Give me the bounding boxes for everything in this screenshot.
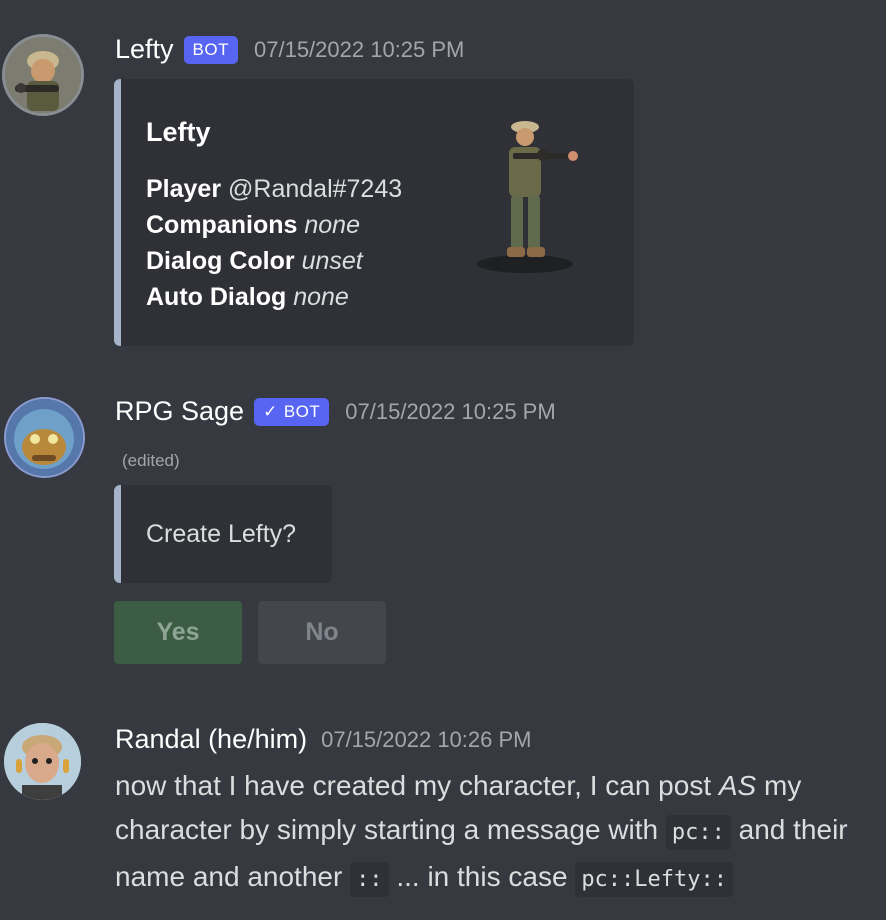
author-name[interactable]: Randal (he/him) [115, 724, 307, 755]
embed-title: Lefty [146, 117, 211, 147]
bot-badge-label: BOT [283, 401, 321, 421]
check-icon: ✓ [263, 401, 278, 421]
author-name[interactable]: RPG Sage [115, 396, 244, 427]
avatar-randal[interactable] [4, 723, 81, 800]
text-part-4: ... in this case [388, 861, 576, 892]
yes-button[interactable]: Yes [114, 601, 242, 664]
field-companions: Companions none [146, 211, 360, 239]
message-text: now that I have created my character, I … [115, 764, 875, 902]
field-player: Player @Randal#7243 [146, 175, 403, 203]
emphasis-as: AS [718, 770, 757, 801]
no-button[interactable]: No [258, 601, 386, 664]
inline-code-pc: pc:: [665, 815, 731, 850]
bot-badge: BOT [183, 35, 238, 64]
author-name[interactable]: Lefty [115, 34, 174, 65]
text-part-1: now that I have created my character, I … [115, 770, 719, 801]
character-embed: Lefty Player @Randal#7243 Companions non… [114, 79, 634, 346]
confirm-embed: Create Lefty? [114, 485, 332, 583]
inline-code-example: pc::Lefty:: [575, 862, 734, 897]
timestamp[interactable]: 07/15/2022 10:25 PM [345, 399, 555, 425]
field-dialog-color: Dialog Color unset [146, 247, 363, 275]
verified-bot-badge: ✓ BOT [254, 397, 330, 426]
confirm-text: Create Lefty? [146, 520, 297, 548]
embed-fields: Player @Randal#7243 Companions none Dial… [146, 171, 402, 315]
soldier-thumbnail-icon[interactable] [473, 119, 583, 274]
timestamp[interactable]: 07/15/2022 10:26 PM [321, 727, 531, 753]
soldier-avatar-icon [5, 37, 81, 113]
inline-code-separator: :: [350, 862, 389, 897]
avatar-lefty[interactable] [2, 34, 84, 116]
field-auto-dialog: Auto Dialog none [146, 283, 349, 311]
person-avatar-icon [4, 723, 81, 800]
edited-label: (edited) [122, 451, 180, 470]
timestamp[interactable]: 07/15/2022 10:25 PM [254, 37, 464, 63]
avatar-rpg-sage[interactable] [4, 397, 85, 478]
dragon-avatar-icon [6, 399, 83, 476]
